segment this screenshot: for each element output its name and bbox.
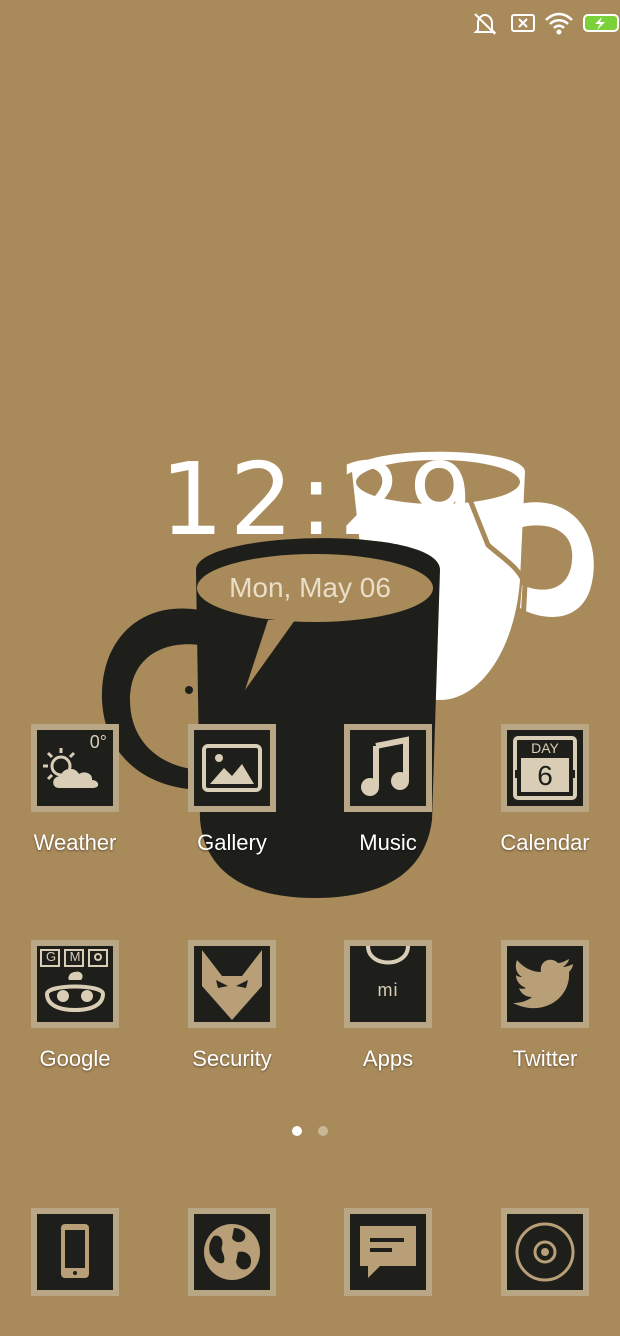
no-sim-icon [511, 14, 535, 32]
app-gallery[interactable]: Gallery [172, 724, 292, 856]
page-indicator[interactable] [290, 1126, 330, 1138]
page-dot-active[interactable] [292, 1126, 302, 1136]
music-note-icon [344, 724, 432, 812]
browser-globe-icon [188, 1208, 276, 1296]
battery-charging-icon [583, 14, 619, 32]
messaging-icon [344, 1208, 432, 1296]
app-security[interactable]: Security [172, 940, 292, 1072]
app-label: Apps [362, 1046, 414, 1071]
google-letter-m: M [69, 949, 81, 964]
weather-icon: 0° [31, 724, 119, 812]
mute-bell-icon [473, 13, 497, 35]
clock-separator: : [299, 441, 339, 558]
dock-browser[interactable] [172, 1208, 292, 1296]
mi-bag-icon: mi [344, 940, 432, 1028]
twitter-bird-icon [501, 940, 589, 1028]
app-calendar[interactable]: DAY 6 Calendar [485, 724, 605, 856]
status-bar [450, 8, 620, 40]
app-label: Security [192, 1046, 272, 1071]
app-label: Twitter [512, 1046, 578, 1071]
phone-icon [31, 1208, 119, 1296]
app-label: Weather [33, 830, 117, 855]
app-twitter[interactable]: Twitter [485, 940, 605, 1072]
clock-minutes: 29 [338, 441, 479, 558]
security-fox-icon [188, 940, 276, 1028]
app-music[interactable]: Music [328, 724, 448, 856]
calendar-day-label: DAY [531, 740, 559, 756]
clock-widget[interactable]: 12:29 [160, 440, 480, 560]
app-label: Calendar [500, 830, 590, 855]
app-label: Google [39, 1046, 111, 1071]
app-label: Music [359, 830, 417, 855]
apps-brand-text: mi [377, 980, 399, 1000]
dock-messaging[interactable] [328, 1208, 448, 1296]
weather-temperature: 0° [89, 732, 107, 752]
calendar-day-number: 6 [537, 760, 553, 791]
app-google[interactable]: G M Google [15, 940, 135, 1072]
app-label: Gallery [197, 830, 267, 855]
dock-camera[interactable] [485, 1208, 605, 1296]
date-label[interactable]: Mon, May 06 [210, 572, 410, 604]
page-dot[interactable] [318, 1126, 328, 1136]
wifi-icon [545, 12, 573, 35]
gallery-icon [188, 724, 276, 812]
google-icon: G M [31, 940, 119, 1028]
dock-phone[interactable] [15, 1208, 135, 1296]
calendar-icon: DAY 6 [501, 724, 589, 812]
app-weather[interactable]: 0° Weather [15, 724, 135, 856]
camera-icon [501, 1208, 589, 1296]
clock-hours: 12 [160, 441, 300, 558]
google-letter-g: G [45, 949, 57, 964]
app-apps[interactable]: mi Apps [328, 940, 448, 1072]
